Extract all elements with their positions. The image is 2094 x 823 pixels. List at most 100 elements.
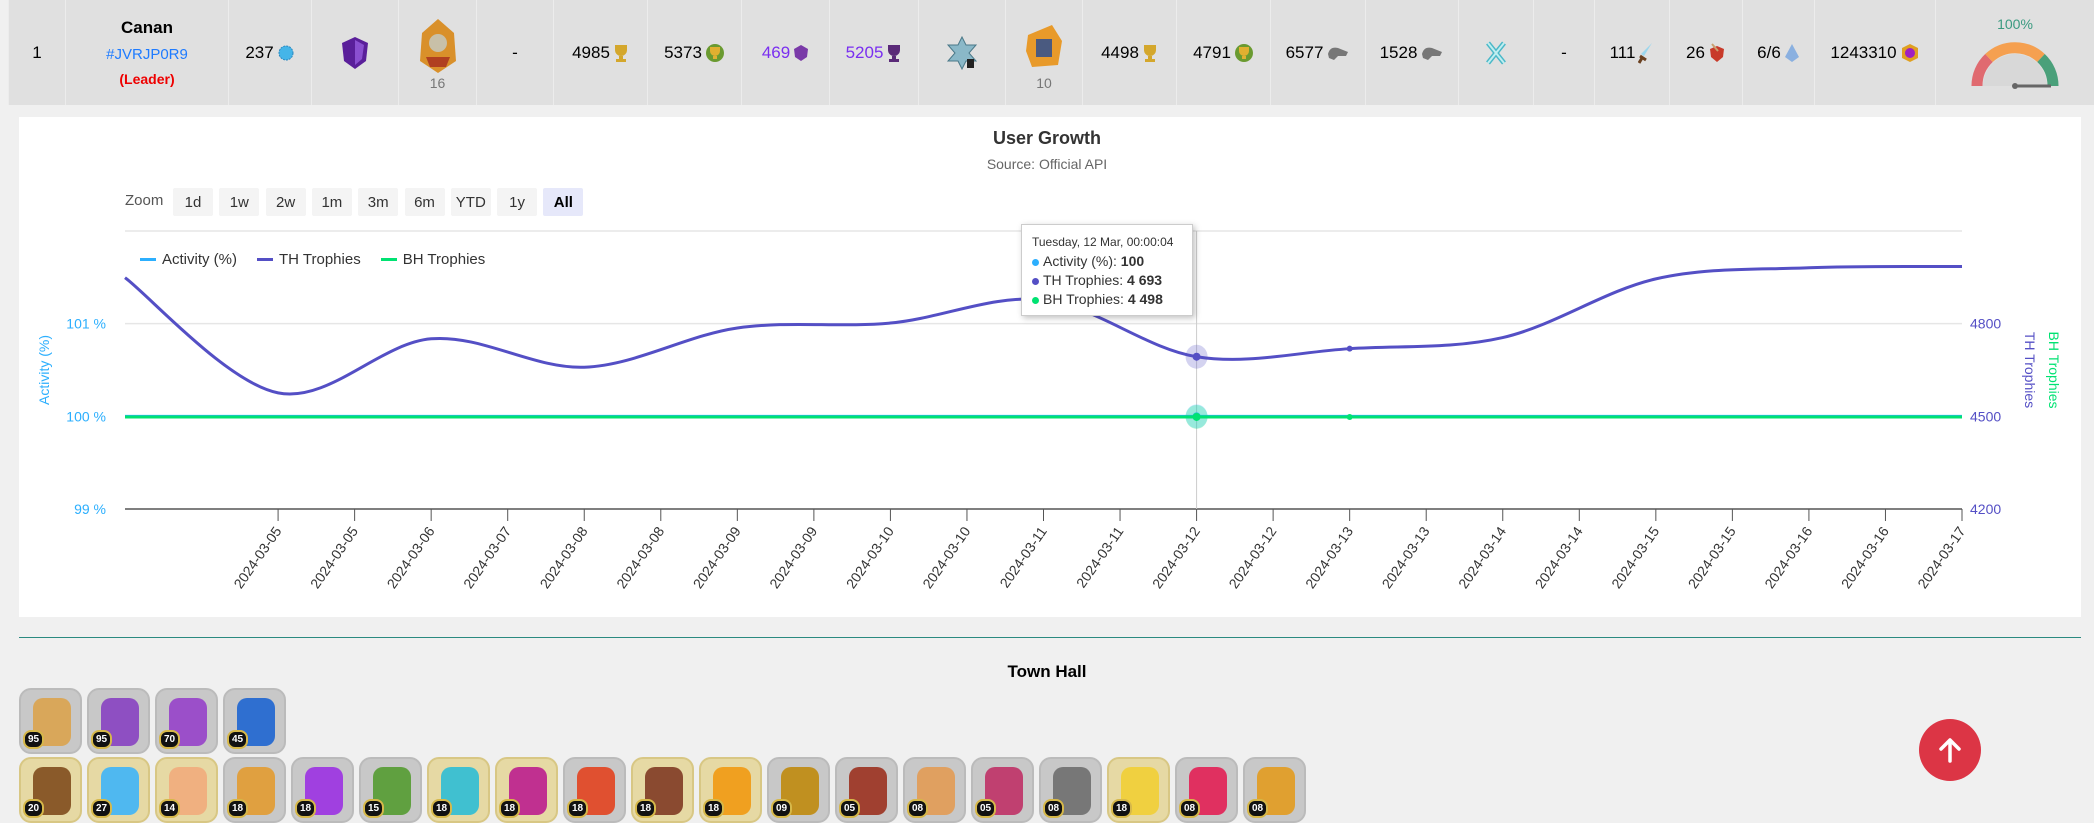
scroll-to-top-button[interactable] bbox=[1919, 719, 1981, 781]
user-growth-chart: User Growth Source: Official API 99 % 100… bbox=[36, 128, 2062, 591]
y-right-tick-label: 4200 bbox=[1970, 501, 2001, 517]
equipment-item[interactable]: 05 bbox=[971, 757, 1034, 823]
equipment-item[interactable]: 18 bbox=[291, 757, 354, 823]
legend-label: Activity (%) bbox=[162, 251, 237, 268]
equipment-level: 18 bbox=[499, 799, 521, 818]
zoom-button-2w[interactable]: 2w bbox=[265, 188, 306, 216]
chart-subtitle: Source: Official API bbox=[987, 156, 1107, 172]
hover-halo bbox=[1185, 344, 1208, 369]
x-tick-label: 2024-03-09 bbox=[766, 523, 820, 591]
zoom-button-all[interactable]: All bbox=[543, 188, 584, 216]
equipment-level: 09 bbox=[771, 799, 793, 818]
equipment-level: 18 bbox=[567, 799, 589, 818]
equipment-level: 18 bbox=[1111, 799, 1133, 818]
series-dot bbox=[1032, 296, 1039, 304]
legend-swatch bbox=[257, 258, 273, 261]
legend-item[interactable]: BH Trophies bbox=[380, 251, 486, 268]
x-tick-label: 2024-03-11 bbox=[1073, 523, 1127, 590]
equipment-item[interactable]: 08 bbox=[1175, 757, 1238, 823]
tooltip-label: BH Trophies: bbox=[1043, 291, 1128, 307]
hero-item[interactable]: 95 bbox=[87, 688, 150, 754]
y-left-tick-label: 99 % bbox=[74, 501, 106, 517]
zoom-button-1y[interactable]: 1y bbox=[497, 188, 538, 216]
x-tick-label: 2024-03-14 bbox=[1455, 523, 1509, 591]
equipment-item[interactable]: 05 bbox=[835, 757, 898, 823]
legend-label: BH Trophies bbox=[402, 251, 486, 268]
x-tick-label: 2024-03-12 bbox=[1225, 523, 1279, 591]
legend-swatch bbox=[380, 258, 397, 261]
x-tick-label: 2024-03-10 bbox=[843, 523, 897, 591]
x-tick-label: 2024-03-06 bbox=[383, 523, 437, 591]
heroes-row: 95 95 70 45 bbox=[19, 688, 286, 754]
equipment-row: 20 27 14 18 18 15 18 18 18 18 18 09 05 08 05 08 18 08 08 bbox=[19, 757, 1306, 823]
legend-item[interactable]: TH Trophies bbox=[257, 251, 361, 268]
equipment-level: 18 bbox=[703, 799, 725, 818]
equipment-item[interactable]: 08 bbox=[1243, 757, 1306, 823]
hero-level: 95 bbox=[23, 730, 45, 749]
tooltip-value: 4 498 bbox=[1127, 291, 1163, 307]
x-tick-label: 2024-03-16 bbox=[1761, 523, 1815, 591]
equipment-level: 14 bbox=[159, 799, 181, 818]
x-tick-label: 2024-03-11 bbox=[996, 523, 1050, 590]
hero-level: 95 bbox=[91, 730, 113, 749]
zoom-button-1w[interactable]: 1w bbox=[219, 188, 260, 216]
y-left-axis-title: Activity (%) bbox=[36, 335, 52, 405]
zoom-button-1d[interactable]: 1d bbox=[173, 188, 213, 216]
legend-swatch bbox=[140, 258, 156, 261]
tooltip-label: TH Trophies: bbox=[1043, 272, 1128, 288]
data-point[interactable] bbox=[1346, 345, 1353, 352]
x-tick-label: 2024-03-17 bbox=[1914, 523, 1968, 591]
x-tick-label: 2024-03-05 bbox=[230, 523, 284, 591]
x-tick-label: 2024-03-13 bbox=[1378, 523, 1432, 591]
equipment-item[interactable]: 20 bbox=[19, 757, 82, 823]
equipment-level: 05 bbox=[839, 799, 861, 818]
hero-item[interactable]: 95 bbox=[19, 688, 82, 754]
equipment-item[interactable]: 14 bbox=[155, 757, 218, 823]
x-tick-label: 2024-03-16 bbox=[1838, 523, 1892, 591]
equipment-item[interactable]: 27 bbox=[87, 757, 150, 823]
equipment-level: 05 bbox=[975, 799, 997, 818]
x-tick-label: 2024-03-13 bbox=[1302, 523, 1356, 591]
equipment-item[interactable]: 18 bbox=[699, 757, 762, 823]
equipment-item[interactable]: 08 bbox=[903, 757, 966, 823]
zoom-label: Zoom bbox=[125, 192, 164, 209]
x-tick-label: 2024-03-08 bbox=[537, 523, 591, 591]
series-dot bbox=[1032, 277, 1039, 285]
hero-level: 70 bbox=[159, 730, 181, 749]
hover-halo bbox=[1185, 404, 1208, 429]
equipment-level: 18 bbox=[227, 799, 249, 818]
hero-item[interactable]: 70 bbox=[155, 688, 218, 754]
zoom-button-1m[interactable]: 1m bbox=[311, 188, 352, 216]
legend-item[interactable]: Activity (%) bbox=[140, 251, 237, 268]
tooltip-row: TH Trophies: 4 693 bbox=[1032, 271, 1182, 290]
equipment-item[interactable]: 18 bbox=[427, 757, 490, 823]
equipment-item[interactable]: 09 bbox=[767, 757, 830, 823]
chart-tooltip: Tuesday, 12 Mar, 00:00:04 Activity (%): … bbox=[1021, 224, 1193, 316]
x-tick-label: 2024-03-09 bbox=[690, 523, 744, 591]
equipment-level: 18 bbox=[635, 799, 657, 818]
equipment-level: 18 bbox=[431, 799, 453, 818]
equipment-item[interactable]: 18 bbox=[223, 757, 286, 823]
y-left-tick-label: 101 % bbox=[66, 316, 106, 332]
equipment-item[interactable]: 18 bbox=[563, 757, 626, 823]
hero-item[interactable]: 45 bbox=[223, 688, 286, 754]
zoom-button-ytd[interactable]: YTD bbox=[450, 188, 491, 216]
y-right-tick-label: 4500 bbox=[1970, 408, 2001, 424]
equipment-item[interactable]: 18 bbox=[631, 757, 694, 823]
equipment-item[interactable]: 18 bbox=[1107, 757, 1170, 823]
equipment-level: 08 bbox=[1043, 799, 1065, 818]
data-point[interactable] bbox=[1346, 413, 1353, 420]
y-right-axis-title: BH Trophies bbox=[2046, 331, 2062, 408]
tooltip-value: 4 693 bbox=[1127, 272, 1163, 288]
equipment-item[interactable]: 18 bbox=[495, 757, 558, 823]
y-left-tick-label: 100 % bbox=[66, 408, 106, 424]
tooltip-row: BH Trophies: 4 498 bbox=[1032, 290, 1182, 309]
x-tick-label: 2024-03-15 bbox=[1608, 523, 1662, 591]
equipment-item[interactable]: 15 bbox=[359, 757, 422, 823]
zoom-button-3m[interactable]: 3m bbox=[358, 188, 399, 216]
equipment-level: 27 bbox=[91, 799, 113, 818]
zoom-button-6m[interactable]: 6m bbox=[404, 188, 445, 216]
chart-title: User Growth bbox=[993, 128, 1101, 148]
equipment-item[interactable]: 08 bbox=[1039, 757, 1102, 823]
hero-level: 45 bbox=[227, 730, 249, 749]
